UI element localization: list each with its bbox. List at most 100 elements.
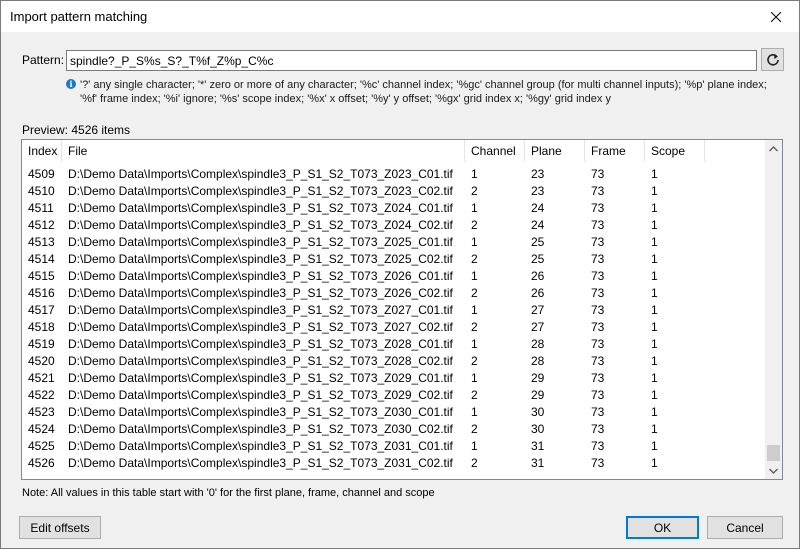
table-row[interactable]: 4521 D:\Demo Data\Imports\Complex\spindle… (22, 370, 765, 387)
cell-index: 4518 (28, 320, 55, 334)
cell-index: 4524 (28, 422, 55, 436)
column-header-frame[interactable]: Frame (585, 140, 645, 162)
scroll-up-button[interactable] (765, 140, 782, 157)
column-header-file[interactable]: File (62, 140, 465, 162)
table-body: 4509 D:\Demo Data\Imports\Complex\spindle… (22, 166, 765, 472)
cell-file: D:\Demo Data\Imports\Complex\spindle3_P_… (68, 388, 453, 402)
edit-offsets-button[interactable]: Edit offsets (19, 516, 101, 539)
cell-file: D:\Demo Data\Imports\Complex\spindle3_P_… (68, 286, 453, 300)
cell-file: D:\Demo Data\Imports\Complex\spindle3_P_… (68, 405, 453, 419)
cell-scope: 1 (651, 422, 658, 436)
table-row[interactable]: 4522 D:\Demo Data\Imports\Complex\spindle… (22, 387, 765, 404)
cell-index: 4521 (28, 371, 55, 385)
close-button[interactable] (753, 1, 799, 32)
table-row[interactable]: 4512 D:\Demo Data\Imports\Complex\spindle… (22, 217, 765, 234)
table-row[interactable]: 4516 D:\Demo Data\Imports\Complex\spindle… (22, 285, 765, 302)
cell-index: 4526 (28, 456, 55, 470)
cell-frame: 73 (591, 269, 605, 283)
reset-pattern-button[interactable] (761, 48, 784, 71)
table-row[interactable]: 4519 D:\Demo Data\Imports\Complex\spindle… (22, 336, 765, 353)
cell-index: 4511 (28, 201, 54, 215)
cell-plane: 31 (531, 456, 545, 470)
column-header-plane[interactable]: Plane (525, 140, 585, 162)
cell-scope: 1 (651, 184, 658, 198)
cell-frame: 73 (591, 405, 605, 419)
cell-frame: 73 (591, 201, 605, 215)
column-header-channel[interactable]: Channel (465, 140, 525, 162)
table-row[interactable]: 4515 D:\Demo Data\Imports\Complex\spindle… (22, 268, 765, 285)
table-row[interactable]: 4523 D:\Demo Data\Imports\Complex\spindle… (22, 404, 765, 421)
table-row[interactable]: 4514 D:\Demo Data\Imports\Complex\spindle… (22, 251, 765, 268)
cell-scope: 1 (651, 439, 658, 453)
cell-channel: 2 (471, 422, 478, 436)
cell-frame: 73 (591, 456, 605, 470)
cell-index: 4519 (28, 337, 55, 351)
cell-scope: 1 (651, 320, 658, 334)
info-icon: i (66, 79, 76, 89)
table-header: Index File Channel Plane Frame Scope (22, 140, 765, 162)
cell-plane: 30 (531, 405, 545, 419)
table-row[interactable]: 4525 D:\Demo Data\Imports\Complex\spindle… (22, 438, 765, 455)
cell-plane: 23 (531, 184, 545, 198)
preview-table[interactable]: Index File Channel Plane Frame Scope 4509 D:\D… (21, 139, 783, 480)
cell-channel: 1 (471, 201, 478, 215)
cell-channel: 1 (471, 167, 478, 181)
cell-plane: 25 (531, 252, 545, 266)
cell-channel: 2 (471, 252, 478, 266)
table-row[interactable]: 4513 D:\Demo Data\Imports\Complex\spindle… (22, 234, 765, 251)
cell-frame: 73 (591, 218, 605, 232)
cell-plane: 26 (531, 269, 545, 283)
cell-channel: 1 (471, 235, 478, 249)
ok-button[interactable]: OK (626, 516, 699, 539)
cell-file: D:\Demo Data\Imports\Complex\spindle3_P_… (68, 252, 453, 266)
cell-frame: 73 (591, 371, 605, 385)
cell-frame: 73 (591, 286, 605, 300)
chevron-up-icon (769, 145, 778, 151)
table-row[interactable]: 4524 D:\Demo Data\Imports\Complex\spindle… (22, 421, 765, 438)
scroll-down-button[interactable] (765, 462, 782, 479)
table-row[interactable]: 4520 D:\Demo Data\Imports\Complex\spindle… (22, 353, 765, 370)
cell-file: D:\Demo Data\Imports\Complex\spindle3_P_… (68, 320, 453, 334)
cell-scope: 1 (651, 201, 658, 215)
cell-plane: 24 (531, 201, 545, 215)
window-title: Import pattern matching (10, 9, 148, 24)
cell-file: D:\Demo Data\Imports\Complex\spindle3_P_… (68, 371, 453, 385)
cell-file: D:\Demo Data\Imports\Complex\spindle3_P_… (68, 422, 453, 436)
column-header-index[interactable]: Index (22, 140, 62, 162)
vertical-scrollbar[interactable] (765, 140, 782, 479)
cell-scope: 1 (651, 388, 658, 402)
table-row[interactable]: 4510 D:\Demo Data\Imports\Complex\spindle… (22, 183, 765, 200)
cell-channel: 1 (471, 405, 478, 419)
cell-index: 4523 (28, 405, 55, 419)
scroll-thumb[interactable] (767, 445, 780, 461)
cell-frame: 73 (591, 422, 605, 436)
cell-index: 4525 (28, 439, 55, 453)
pattern-help-text: '?' any single character; '*' zero or mo… (80, 79, 767, 105)
cell-index: 4522 (28, 388, 55, 402)
cell-channel: 1 (471, 371, 478, 385)
table-row[interactable]: 4526 D:\Demo Data\Imports\Complex\spindle… (22, 455, 765, 472)
cell-scope: 1 (651, 337, 658, 351)
table-row[interactable]: 4509 D:\Demo Data\Imports\Complex\spindle… (22, 166, 765, 183)
pattern-input[interactable] (66, 50, 757, 71)
cell-scope: 1 (651, 405, 658, 419)
cancel-button[interactable]: Cancel (707, 516, 783, 539)
cell-frame: 73 (591, 439, 605, 453)
column-header-scope[interactable]: Scope (645, 140, 705, 162)
cell-plane: 26 (531, 286, 545, 300)
table-row[interactable]: 4517 D:\Demo Data\Imports\Complex\spindle… (22, 302, 765, 319)
cell-channel: 2 (471, 184, 478, 198)
table-row[interactable]: 4511 D:\Demo Data\Imports\Complex\spindle… (22, 200, 765, 217)
table-row[interactable]: 4518 D:\Demo Data\Imports\Complex\spindle… (22, 319, 765, 336)
cell-channel: 1 (471, 303, 478, 317)
cell-file: D:\Demo Data\Imports\Complex\spindle3_P_… (68, 235, 453, 249)
cell-file: D:\Demo Data\Imports\Complex\spindle3_P_… (68, 269, 453, 283)
cell-channel: 2 (471, 218, 478, 232)
cell-file: D:\Demo Data\Imports\Complex\spindle3_P_… (68, 337, 453, 351)
cell-scope: 1 (651, 371, 658, 385)
cell-index: 4512 (28, 218, 55, 232)
cell-frame: 73 (591, 337, 605, 351)
cell-index: 4516 (28, 286, 55, 300)
cell-scope: 1 (651, 235, 658, 249)
table-note: Note: All values in this table start wit… (22, 487, 435, 499)
